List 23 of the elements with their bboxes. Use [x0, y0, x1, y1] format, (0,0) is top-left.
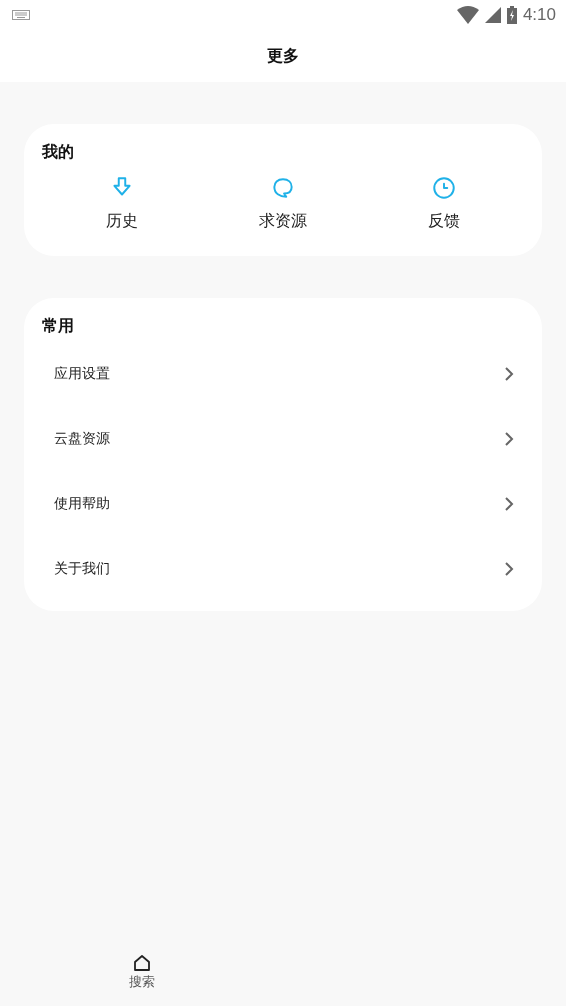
section-title: 我的	[42, 142, 75, 163]
shortcut-tile[interactable]: 反馈	[363, 175, 524, 232]
keyboard-icon	[12, 10, 30, 20]
menu-item[interactable]: 云盘资源	[42, 406, 524, 471]
chevron-right-icon	[504, 496, 514, 511]
battery-icon	[506, 6, 517, 24]
shortcut-tile[interactable]: 求资源	[202, 175, 364, 232]
menu-item[interactable]: 关于我们	[42, 536, 524, 601]
section-title: 常用	[42, 316, 75, 337]
signal-icon	[484, 7, 501, 23]
chat-bubble-icon	[270, 175, 296, 201]
page-title: 更多	[267, 45, 299, 67]
clock-icon	[430, 175, 457, 201]
menu-item[interactable]: 使用帮助	[42, 471, 524, 536]
chevron-right-icon	[504, 561, 514, 576]
chevron-right-icon	[504, 366, 514, 381]
wifi-icon	[456, 6, 479, 24]
chevron-right-icon	[504, 431, 514, 446]
shortcut-tile[interactable]: 历史	[42, 175, 203, 232]
status-time: 4:10	[522, 5, 556, 25]
menu-item[interactable]: 应用设置	[42, 341, 524, 406]
home-icon	[133, 954, 151, 972]
nav-tab[interactable]: 搜索	[112, 954, 172, 1006]
